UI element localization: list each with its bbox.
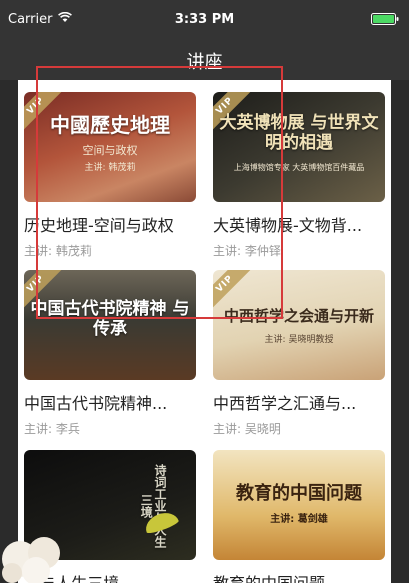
battery-icon — [371, 13, 399, 29]
left-bezel — [0, 80, 18, 583]
thumbnail-title: 中國歷史地理 — [50, 113, 170, 137]
course-title[interactable]: 大英博物展-文物背... — [213, 212, 385, 236]
right-bezel — [391, 80, 409, 583]
course-title[interactable]: 中西哲学之汇通与... — [213, 390, 385, 414]
thumbnail-subtitle: 空间与政权 — [82, 144, 138, 157]
course-thumbnail[interactable]: VIP 中國歷史地理 空间与政权 主讲: 韩茂莉 — [24, 92, 196, 202]
course-card-academy-spirit[interactable]: VIP 中国古代书院精神 与传承 中国古代书院精神... 主讲: 李兵 — [24, 270, 196, 437]
thumbnail-title: 中西哲学之会通与开新 — [223, 307, 374, 325]
course-card-history-geography[interactable]: VIP 中國歷史地理 空间与政权 主讲: 韩茂莉 历史地理-空间与政权 主讲: … — [24, 92, 196, 259]
thumbnail-title: 教育的中国问题 — [236, 483, 362, 504]
thumbnail-title: 中国古代书院精神 与传承 — [30, 299, 190, 339]
course-title[interactable]: 教育的中国问题 — [213, 570, 385, 583]
course-card-education[interactable]: 教育的中国问题 主讲: 葛剑雄 教育的中国问题 — [213, 450, 385, 583]
thumbnail-title: 大英博物展 与世界文明的相遇 — [219, 113, 379, 153]
course-title[interactable]: 中国古代书院精神... — [24, 390, 196, 414]
course-grid: VIP 中國歷史地理 空间与政权 主讲: 韩茂莉 历史地理-空间与政权 主讲: … — [18, 80, 391, 583]
course-speaker: 主讲: 吴晓明 — [213, 422, 281, 436]
course-thumbnail[interactable]: 教育的中国问题 主讲: 葛剑雄 — [213, 450, 385, 560]
page-title: 讲座 — [186, 52, 223, 73]
thumbnail-subtitle: 上海博物馆专家 大英博物馆百件藏品 — [233, 163, 365, 172]
vip-badge: VIP — [213, 270, 252, 311]
thumbnail-subtitle: 主讲: 吴晓明教授 — [264, 335, 334, 345]
course-speaker: 主讲: 李仲铎 — [213, 244, 281, 258]
course-speaker: 主讲: 李兵 — [24, 422, 80, 436]
thumbnail-subtitle: 主讲: 葛剑雄 — [270, 514, 328, 525]
status-bar: Carrier 3:33 PM — [0, 0, 409, 40]
course-speaker: 主讲: 韩茂莉 — [24, 244, 92, 258]
course-thumbnail[interactable]: VIP 大英博物展 与世界文明的相遇 上海博物馆专家 大英博物馆百件藏品 — [213, 92, 385, 202]
course-thumbnail[interactable]: VIP 中西哲学之会通与开新 主讲: 吴晓明教授 — [213, 270, 385, 380]
thumbnail-speaker: 主讲: 韩茂莉 — [84, 163, 136, 173]
clock-time: 3:33 PM — [174, 12, 235, 27]
cloud-decoration-icon — [0, 525, 70, 585]
nav-bar: 讲座 — [0, 40, 409, 80]
course-card-philosophy[interactable]: VIP 中西哲学之会通与开新 主讲: 吴晓明教授 中西哲学之汇通与... 主讲:… — [213, 270, 385, 437]
course-thumbnail[interactable]: VIP 中国古代书院精神 与传承 — [24, 270, 196, 380]
course-card-british-museum[interactable]: VIP 大英博物展 与世界文明的相遇 上海博物馆专家 大英博物馆百件藏品 大英博… — [213, 92, 385, 259]
course-title[interactable]: 历史地理-空间与政权 — [24, 212, 196, 236]
thumbnail-title: 诗词工业与人生三境 — [139, 464, 167, 548]
